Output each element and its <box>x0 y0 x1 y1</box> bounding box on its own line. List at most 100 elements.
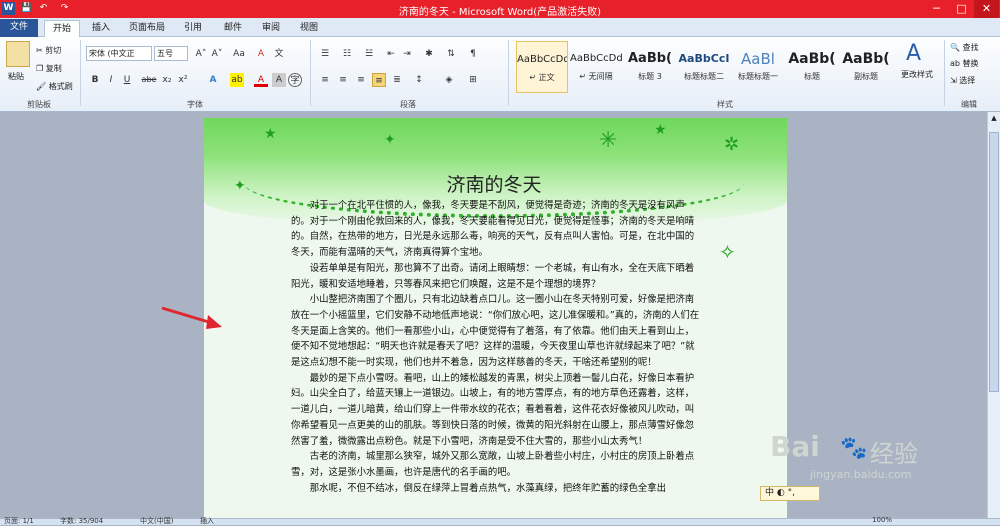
clear-format-button[interactable]: A <box>254 47 268 61</box>
scroll-up-icon[interactable]: ▲ <box>989 114 999 124</box>
style-subtitle[interactable]: AaBb( 副标题 <box>840 41 892 93</box>
watermark-url: jingyan.baidu.com <box>810 468 912 481</box>
subscript-button[interactable]: x₂ <box>160 73 174 87</box>
style-preview: AaBbCcDd <box>517 54 567 65</box>
tab-page-layout[interactable]: 页面布局 <box>124 20 170 37</box>
tab-home[interactable]: 开始 <box>44 20 80 37</box>
sort-icon[interactable]: ⇅ <box>444 47 458 61</box>
shrink-font-button[interactable]: A˅ <box>210 47 224 61</box>
increase-indent-icon[interactable]: ⇥ <box>400 47 414 61</box>
tab-references[interactable]: 引用 <box>176 20 210 37</box>
change-case-button[interactable]: Aa <box>232 47 246 61</box>
align-right-icon[interactable]: ≡ <box>354 73 368 87</box>
enclose-characters-button[interactable]: 字 <box>288 73 302 87</box>
tab-insert[interactable]: 插入 <box>84 20 118 37</box>
paragraph-group-label: 段落 <box>400 100 416 109</box>
zoom-level[interactable]: 100% <box>872 516 892 524</box>
star-decoration: ★ <box>654 122 667 138</box>
shading-icon[interactable]: ◈ <box>442 73 456 87</box>
document-title: 济南的冬天 <box>446 174 542 196</box>
cut-label: 剪切 <box>45 46 62 55</box>
multilevel-list-icon[interactable]: ☱ <box>362 47 376 61</box>
star-decoration: ✧ <box>719 240 736 264</box>
watermark-brand-cn: 经验 <box>870 440 918 468</box>
group-divider <box>508 40 509 106</box>
scroll-thumb[interactable] <box>989 132 999 392</box>
font-color-button[interactable]: A <box>254 73 268 87</box>
strikethrough-button[interactable]: abe <box>140 73 158 87</box>
red-arrow-annotation <box>161 306 222 329</box>
underline-button[interactable]: U <box>120 73 134 87</box>
document-body[interactable]: 对于一个在北平住惯的人，像我，冬天要是不刮风，便觉得是奇迹；济南的冬天是没有风声… <box>291 198 701 496</box>
character-shading-button[interactable]: A <box>272 73 286 87</box>
ribbon-tabs: 文件 开始 插入 页面布局 引用 邮件 审阅 视图 <box>0 18 1000 37</box>
group-divider <box>944 40 945 106</box>
bullets-icon[interactable]: ☰ <box>318 47 332 61</box>
ribbon: 粘贴 ✂ 剪切 ❐ 复制 🖌 格式刷 剪贴板 宋体 (中文正 五号 A˄ A˅ … <box>0 37 1000 112</box>
star-decoration: ✦ <box>234 178 246 194</box>
change-styles-button[interactable]: 更改样式 <box>901 69 933 80</box>
format-painter-label: 格式刷 <box>48 82 73 91</box>
line-spacing-icon[interactable]: ↕ <box>412 73 426 87</box>
text-effects-button[interactable]: A <box>206 73 220 87</box>
paste-button[interactable]: 粘贴 <box>8 71 24 82</box>
show-marks-icon[interactable]: ¶ <box>466 47 480 61</box>
phonetic-guide-icon[interactable]: 文 <box>272 47 286 61</box>
style-heading-3[interactable]: AaBb( 标题 3 <box>624 41 676 93</box>
style-no-spacing[interactable]: AaBbCcDd ↵ 无间隔 <box>570 41 622 93</box>
paragraph: 那水呢，不但不结冰，倒反在绿萍上冒着点热气，水藻真绿，把终年贮蓄的绿色全拿出 <box>309 482 667 494</box>
italic-button[interactable]: I <box>104 73 118 87</box>
star-decoration: ✲ <box>724 134 740 155</box>
style-preview: AaBl <box>741 50 775 68</box>
distributed-icon[interactable]: ≣ <box>390 73 404 87</box>
tab-file[interactable]: 文件 <box>0 19 38 37</box>
editing-group-label: 编辑 <box>961 100 977 109</box>
decrease-indent-icon[interactable]: ⇤ <box>384 47 398 61</box>
find-button[interactable]: 🔍 查找 <box>950 42 979 53</box>
star-decoration: ✳ <box>599 128 618 153</box>
close-button[interactable]: ✕ <box>974 0 999 18</box>
cut-button[interactable]: ✂ 剪切 <box>36 45 61 56</box>
align-left-icon[interactable]: ≡ <box>318 73 332 87</box>
highlight-button[interactable]: ab <box>230 73 244 87</box>
style-preview: AaBbCcDd <box>570 53 622 64</box>
style-title[interactable]: AaBb( 标题 <box>786 41 838 93</box>
copy-button[interactable]: ❐ 复制 <box>36 63 62 74</box>
superscript-button[interactable]: x² <box>176 73 190 87</box>
minimize-button[interactable]: ─ <box>924 0 949 18</box>
group-divider <box>310 40 311 106</box>
status-bar: 页面: 1/1 字数: 35/904 中文(中国) 插入 100% <box>0 516 1000 525</box>
paste-icon[interactable] <box>6 41 30 67</box>
change-styles-icon[interactable]: A <box>906 41 921 66</box>
grow-font-button[interactable]: A˄ <box>194 47 208 61</box>
numbering-icon[interactable]: ☷ <box>340 47 354 61</box>
style-name: ↵ 正文 <box>529 73 555 82</box>
chinese-layout-icon[interactable]: ✱ <box>422 47 436 61</box>
font-size-field[interactable]: 五号 <box>154 46 188 61</box>
baidu-jingyan-watermark: Bai 🐾 经验 jingyan.baidu.com 中 ◐ °, <box>760 410 990 501</box>
tab-view[interactable]: 视图 <box>292 20 326 37</box>
maximize-button[interactable]: □ <box>949 0 974 18</box>
document-page[interactable]: ★ ✦ ✳ ★ ✲ ✧ ✦ 济南的冬天 对于一个在北平住惯的人，像我，冬天要是不… <box>204 118 787 525</box>
style-normal[interactable]: AaBbCcDd ↵ 正文 <box>516 41 568 93</box>
clipboard-group-label: 剪贴板 <box>27 100 51 109</box>
select-button[interactable]: ⇲ 选择 <box>950 75 975 86</box>
style-heading-two[interactable]: AaBbCcI 标题标题二 <box>678 41 730 93</box>
borders-icon[interactable]: ⊞ <box>466 73 480 87</box>
style-preview: AaBb( <box>788 51 836 67</box>
styles-group-label: 样式 <box>717 100 733 109</box>
style-name: 标题 3 <box>638 72 662 81</box>
style-heading-one[interactable]: AaBl 标题标题一 <box>732 41 784 93</box>
replace-button[interactable]: ab 替换 <box>950 58 979 69</box>
tab-mailings[interactable]: 邮件 <box>216 20 250 37</box>
font-name-field[interactable]: 宋体 (中文正 <box>86 46 152 61</box>
bold-button[interactable]: B <box>88 73 102 87</box>
align-center-icon[interactable]: ≡ <box>336 73 350 87</box>
format-painter-button[interactable]: 🖌 格式刷 <box>36 81 73 92</box>
justify-icon[interactable]: ≡ <box>372 73 386 87</box>
star-decoration: ✦ <box>384 132 396 148</box>
tab-review[interactable]: 审阅 <box>256 20 286 37</box>
ime-mode: 中 <box>765 488 775 498</box>
ime-toolbar[interactable]: 中 ◐ °, <box>760 486 820 501</box>
style-preview: AaBb( <box>628 51 672 66</box>
